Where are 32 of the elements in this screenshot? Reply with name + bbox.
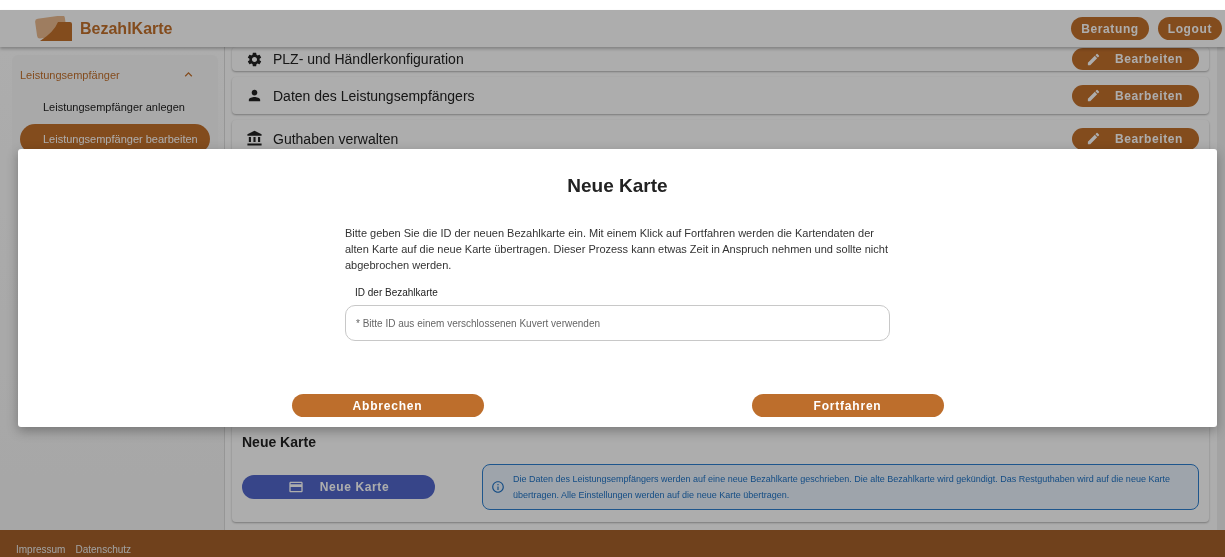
logo-icon (34, 15, 74, 42)
logo-text: BezahlKarte (80, 19, 173, 38)
info-icon (491, 480, 505, 494)
info-text: Die Daten des Leistungsempfängers werden auf eine neue Bezahlkarte geschrieben. Die alte Bezahlkarte wird gekündigt. Das Restguthaben wird auf die neue Karte übertragen. Alle Einstellungen werden auf die neue Karte übertragen. (513, 473, 1171, 502)
dialog-title: Neue Karte (567, 175, 668, 197)
sidebar-item[interactable]: Leistungsempfänger anlegen (20, 92, 210, 122)
header-button[interactable]: Beratung (1071, 17, 1149, 40)
section-title: Guthaben verwalten (246, 130, 399, 147)
sidebar-group[interactable]: Leistungsempfänger (12, 59, 218, 90)
edit-button[interactable]: Bearbeiten (1072, 84, 1199, 107)
bank-icon (246, 130, 263, 147)
footer-link[interactable]: Impressum (16, 544, 66, 555)
field-label: ID der Bezahlkarte (355, 287, 439, 298)
new-card-button[interactable]: Neue Karte (242, 475, 435, 499)
pencil-icon (1086, 88, 1101, 103)
id-field[interactable]: * Bitte ID aus einem verschlossenen Kuvert verwenden (345, 305, 890, 341)
dialog-button[interactable]: Abbrechen (291, 394, 484, 417)
pencil-icon (1086, 51, 1101, 67)
section-title: PLZ- und Händlerkonfiguration (246, 50, 464, 68)
person-icon (246, 87, 263, 104)
edit-button[interactable]: Bearbeiten (1072, 127, 1199, 150)
pencil-icon (1086, 131, 1101, 146)
gear-icon (246, 50, 263, 68)
edit-button[interactable]: Bearbeiten (1072, 48, 1199, 70)
section-heading: Neue Karte (242, 434, 317, 450)
section-title: Daten des Leistungsempfängers (246, 87, 475, 104)
card-icon (287, 479, 304, 495)
dialog-button[interactable]: Fortfahren (751, 394, 944, 417)
dialog-text: Bitte geben Sie die ID der neuen Bezahlkarte ein. Mit einem Klick auf Fortfahren werden die Kartendaten der alten Karte auf die neue Karte übertragen. Dieser Prozess kann etwas Zeit in Anspruch nehmen und sollte nicht abgebrochen werden. (345, 226, 889, 273)
scrollbar[interactable] (1217, 47, 1225, 530)
footer-link[interactable]: Datenschutz (75, 544, 132, 555)
header-button[interactable]: Logout (1157, 17, 1222, 40)
